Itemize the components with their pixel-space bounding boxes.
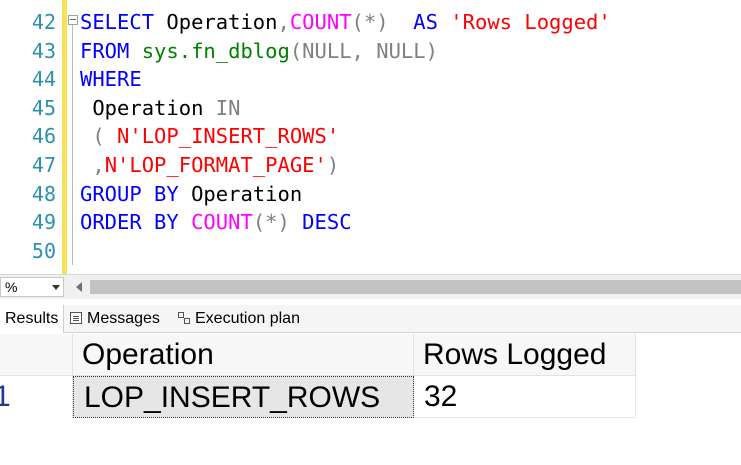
row-header-corner[interactable] [0,334,73,376]
code-line-46[interactable]: ( N'LOP_INSERT_ROWS' [80,122,339,151]
operator: (*) [252,210,290,235]
execution-plan-icon [178,312,190,324]
tab-results[interactable]: Results [0,305,64,333]
operator: (NULL, NULL) [289,38,438,63]
line-number: 47 [31,153,56,177]
keyword: SELECT [80,10,155,34]
code-line-47[interactable]: ,N'LOP_FORMAT_PAGE') [80,151,339,180]
code-line-42[interactable]: SELECT Operation,COUNT(*) AS 'Rows Logge… [80,8,611,37]
results-grid[interactable]: Operation Rows Logged 1 LOP_INSERT_ROWS … [0,334,741,465]
identifier: Operation [154,10,278,34]
code-line-45[interactable]: Operation IN [80,94,240,123]
code-line-44[interactable]: WHERE [80,65,142,94]
messages-icon [70,312,82,324]
code-line-48[interactable]: GROUP BY Operation [80,180,302,209]
string-literal: N'LOP_INSERT_ROWS' [117,124,340,149]
line-number: 49 [31,210,56,235]
line-number: 44 [31,67,56,92]
identifier: Operation [80,95,204,120]
function-name: COUNT [191,210,253,235]
line-number: 45 [31,95,56,120]
identifier: Operation [178,181,303,206]
line-number: 41 [6,0,56,6]
tab-label: Messages [87,310,160,327]
change-tracking-bar [62,0,67,274]
operator: ( [80,124,118,149]
operator: , [80,153,105,177]
keyword: WHERE [80,67,142,92]
query-editor[interactable]: 41 42 43 44 45 46 47 48 49 50 SELECT Ope… [0,0,741,274]
column-header-rows-logged[interactable]: Rows Logged [414,334,636,376]
string-literal: 'Rows Logged' [450,10,611,34]
chevron-down-icon[interactable] [52,285,60,290]
line-number: 48 [31,181,56,206]
table-cell-operation[interactable]: LOP_INSERT_ROWS [73,376,414,418]
scroll-left-arrow-icon[interactable] [76,282,82,292]
operator: ) [326,153,340,177]
system-function: sys.fn_dblog [141,38,290,63]
line-number: 46 [31,124,56,149]
line-number: 42 [31,10,56,34]
zoom-value: % [5,279,18,295]
row-number[interactable]: 1 [0,376,73,418]
tab-execution-plan[interactable]: Execution plan [178,305,300,333]
keyword: AS [388,10,451,34]
operator: (*) [351,10,389,34]
line-number-gutter: 41 42 43 44 45 46 47 48 49 50 [0,0,62,274]
results-tab-strip: Results Messages Execution plan [0,305,741,333]
outline-guide [72,25,73,265]
table-cell-rows-logged[interactable]: 32 [414,376,636,418]
horizontal-scrollbar-thumb[interactable] [90,280,741,294]
tab-label: Execution plan [195,310,300,327]
keyword: ORDER BY [80,210,179,235]
column-header-operation[interactable]: Operation [73,334,414,376]
code-line-43[interactable]: FROM sys.fn_dblog(NULL, NULL) [80,37,438,66]
operator: , [277,10,290,34]
code-line-49[interactable]: ORDER BY COUNT(*) DESC [80,208,352,237]
line-number: 43 [31,38,56,63]
keyword: GROUP BY [80,181,179,206]
keyword: FROM [80,38,130,63]
keyword: DESC [289,210,352,235]
collapse-toggle-icon[interactable] [68,15,78,25]
zoom-dropdown[interactable]: % [0,277,64,297]
tab-messages[interactable]: Messages [70,305,160,333]
tab-label: Results [5,310,59,327]
operator: IN [203,95,241,120]
line-number: 50 [31,238,56,263]
string-literal: N'LOP_FORMAT_PAGE' [104,153,327,177]
function-name: COUNT [289,10,352,34]
editor-status-bar: % [0,274,741,299]
